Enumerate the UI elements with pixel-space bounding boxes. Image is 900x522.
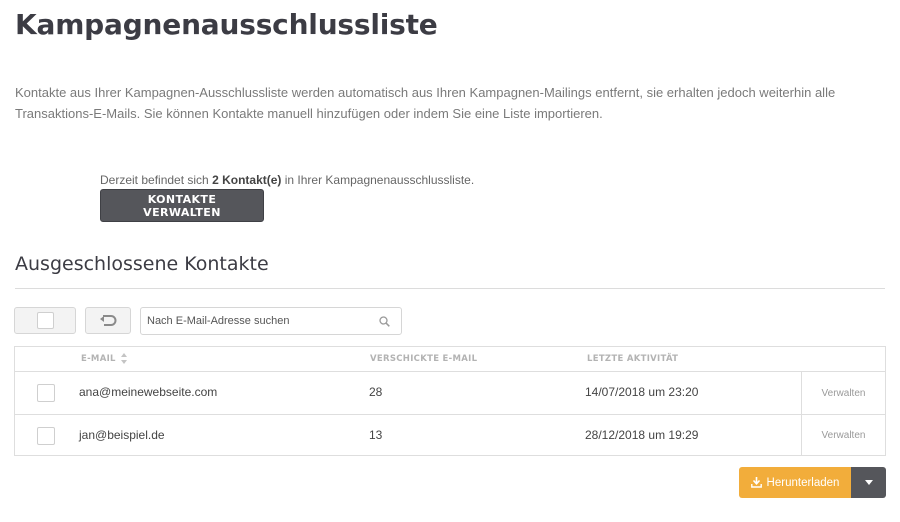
download-options-button[interactable]	[851, 467, 886, 498]
sort-icon[interactable]	[121, 353, 127, 364]
search-icon[interactable]	[379, 316, 390, 327]
column-header-email[interactable]: E-MAIL	[81, 354, 116, 364]
column-header-last-activity: LETZTE AKTIVITÄT	[587, 354, 679, 364]
undo-button[interactable]	[85, 307, 131, 334]
search-box	[140, 307, 402, 335]
manage-contacts-button[interactable]: KONTAKTE VERWALTEN	[100, 189, 264, 222]
excluded-contacts-title: Ausgeschlossene Kontakte	[15, 253, 269, 275]
row-email: ana@meinewebseite.com	[79, 385, 218, 399]
download-button[interactable]: Herunterladen	[739, 467, 851, 498]
count-suffix: in Ihrer Kampagnenausschlussliste.	[281, 173, 475, 187]
excluded-contacts-table: E-MAIL VERSCHICKTE E-MAIL LETZTE AKTIVIT…	[14, 346, 886, 456]
select-all-checkbox[interactable]	[36, 312, 54, 329]
table-header: E-MAIL VERSCHICKTE E-MAIL LETZTE AKTIVIT…	[15, 347, 885, 372]
row-sent-count: 28	[369, 385, 383, 399]
caret-down-icon	[864, 480, 873, 485]
row-manage-button[interactable]: Verwalten	[801, 415, 885, 456]
contact-count: 2 Kontakt(e)	[212, 173, 282, 187]
table-row: jan@beispiel.de 13 28/12/2018 um 19:29 V…	[15, 414, 885, 456]
undo-icon	[100, 314, 117, 326]
count-prefix: Derzeit befindet sich	[100, 173, 213, 187]
download-icon	[750, 477, 762, 488]
row-checkbox[interactable]	[37, 427, 55, 445]
page-title: Kampagnenausschlussliste	[15, 8, 438, 41]
table-row: ana@meinewebseite.com 28 14/07/2018 um 2…	[15, 372, 885, 414]
row-checkbox[interactable]	[37, 384, 55, 402]
select-all-button[interactable]	[14, 307, 76, 334]
row-sent-count: 13	[369, 428, 383, 442]
row-last-activity: 14/07/2018 um 23:20	[585, 385, 699, 399]
row-email: jan@beispiel.de	[79, 428, 165, 442]
row-last-activity: 28/12/2018 um 19:29	[585, 428, 699, 442]
search-input[interactable]	[141, 308, 372, 334]
intro-text: Kontakte aus Ihrer Kampagnen-Ausschlussl…	[15, 85, 836, 121]
exclusion-count-text: Derzeit befindet sich 2 Kontakt(e) in Ih…	[100, 173, 474, 187]
row-manage-button[interactable]: Verwalten	[801, 372, 885, 414]
download-label: Herunterladen	[766, 476, 840, 489]
section-divider	[15, 288, 885, 289]
column-header-sent: VERSCHICKTE E-MAIL	[370, 354, 478, 364]
